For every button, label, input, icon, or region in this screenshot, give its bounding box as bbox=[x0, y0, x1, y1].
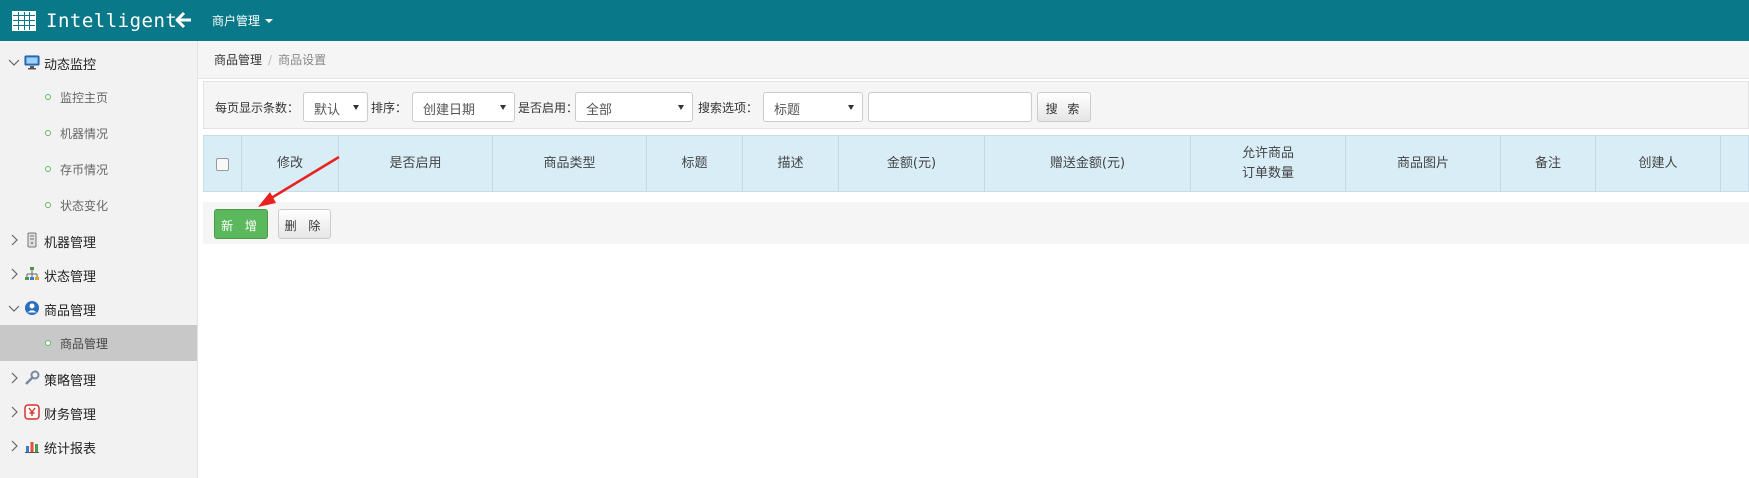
column-header-line: 订单数量 bbox=[1241, 166, 1294, 181]
bullet-icon bbox=[45, 340, 51, 346]
sidebar-group-label: 机器管理 bbox=[44, 236, 97, 251]
page-size-value: 默认 bbox=[314, 103, 341, 118]
brand[interactable]: Intelligent bbox=[12, 0, 177, 41]
caret-down-icon bbox=[265, 18, 274, 23]
search-option-select[interactable]: 标题 bbox=[763, 92, 863, 122]
sidebar-group-machines[interactable]: 机器管理 bbox=[0, 223, 197, 257]
search-option-value: 标题 bbox=[774, 103, 801, 118]
enabled-label: 是否启用： bbox=[518, 101, 579, 115]
sidebar-group-state[interactable]: 状态管理 bbox=[0, 257, 197, 291]
arrow-left-icon[interactable] bbox=[175, 10, 193, 30]
bar-chart-icon bbox=[25, 442, 39, 453]
column-header-title: 标题 bbox=[647, 136, 743, 192]
add-button[interactable]: 新 增 bbox=[214, 209, 268, 239]
action-bar: 新 增 删 除 bbox=[203, 202, 1749, 244]
merchant-menu-dropdown[interactable]: 商户管理 bbox=[212, 0, 274, 41]
grid-logo-icon bbox=[12, 10, 36, 31]
sidebar: 动态监控 监控主页 机器情况 存币情况 状态变化 机器管理 状态管理 商品管理 … bbox=[0, 41, 198, 478]
bullet-icon bbox=[45, 94, 51, 100]
sidebar-group-reports[interactable]: 统计报表 bbox=[0, 429, 197, 463]
column-header-amount: 金额(元) bbox=[839, 136, 985, 192]
chevron-right-icon bbox=[11, 268, 18, 280]
bullet-icon bbox=[45, 202, 51, 208]
sidebar-item-label: 商品管理 bbox=[60, 337, 109, 351]
sidebar-item-label: 状态变化 bbox=[60, 199, 109, 213]
sidebar-group-label: 商品管理 bbox=[44, 304, 97, 319]
sitemap-icon bbox=[25, 267, 39, 280]
sidebar-item-monitor-home[interactable]: 监控主页 bbox=[0, 79, 197, 115]
sidebar-group-strategy[interactable]: 策略管理 bbox=[0, 361, 197, 395]
merchant-menu-label: 商户管理 bbox=[212, 14, 261, 28]
delete-button[interactable]: 删 除 bbox=[278, 209, 331, 239]
bullet-icon bbox=[45, 130, 51, 136]
column-header-edit: 修改 bbox=[242, 136, 339, 192]
sidebar-item-label: 机器情况 bbox=[60, 127, 109, 141]
column-header-creator: 创建人 bbox=[1596, 136, 1721, 192]
column-header-line: 允许商品 bbox=[1241, 146, 1294, 161]
filter-bar: 每页显示条数： 默认 排序： 创建日期 是否启用： 全部 搜索选项： 标题 搜 … bbox=[203, 81, 1749, 129]
sidebar-group-label: 状态管理 bbox=[44, 270, 97, 285]
caret-down-icon bbox=[848, 105, 854, 110]
sidebar-item-state-change[interactable]: 状态变化 bbox=[0, 187, 197, 223]
chevron-right-icon bbox=[11, 234, 18, 246]
sidebar-group-label: 财务管理 bbox=[44, 408, 97, 423]
sidebar-item-label: 存币情况 bbox=[60, 163, 109, 177]
sidebar-group-label: 动态监控 bbox=[44, 58, 97, 73]
sidebar-group-products[interactable]: 商品管理 bbox=[0, 291, 197, 325]
select-all-cell bbox=[204, 136, 242, 192]
sort-value: 创建日期 bbox=[423, 103, 476, 118]
column-header-enabled: 是否启用 bbox=[339, 136, 493, 192]
wrench-icon bbox=[25, 370, 40, 385]
monitor-icon bbox=[24, 55, 40, 70]
sidebar-group-finance[interactable]: 财务管理 bbox=[0, 395, 197, 429]
sidebar-item-product-management[interactable]: 商品管理 bbox=[0, 325, 197, 361]
caret-down-icon bbox=[353, 105, 359, 110]
enabled-select[interactable]: 全部 bbox=[575, 92, 693, 122]
server-icon bbox=[27, 232, 37, 248]
breadcrumb-current: 商品设置 bbox=[278, 53, 327, 67]
caret-down-icon bbox=[678, 105, 684, 110]
top-navbar: Intelligent 商户管理 bbox=[0, 0, 1749, 41]
column-header-description: 描述 bbox=[743, 136, 839, 192]
column-header-order-quantity: 允许商品 订单数量 bbox=[1191, 136, 1346, 192]
enabled-value: 全部 bbox=[586, 103, 613, 118]
page-size-select[interactable]: 默认 bbox=[303, 92, 368, 122]
column-header-product-image: 商品图片 bbox=[1346, 136, 1501, 192]
column-header-bonus-amount: 赠送金额(元) bbox=[985, 136, 1191, 192]
sidebar-item-label: 监控主页 bbox=[60, 91, 109, 105]
column-header-product-type: 商品类型 bbox=[493, 136, 647, 192]
chevron-right-icon bbox=[11, 440, 18, 452]
breadcrumb-item[interactable]: 商品管理 bbox=[214, 51, 262, 68]
chevron-down-icon bbox=[8, 305, 20, 312]
search-option-label: 搜索选项： bbox=[698, 101, 759, 115]
user-circle-icon bbox=[25, 301, 39, 315]
chevron-down-icon bbox=[8, 59, 20, 66]
sort-label: 排序： bbox=[371, 101, 408, 115]
brand-name: Intelligent bbox=[46, 9, 178, 32]
sidebar-group-label: 策略管理 bbox=[44, 374, 97, 389]
chevron-right-icon bbox=[11, 406, 18, 418]
select-all-checkbox[interactable] bbox=[216, 157, 229, 171]
breadcrumb: 商品管理 / 商品设置 bbox=[198, 41, 1749, 79]
sidebar-item-machine-status[interactable]: 机器情况 bbox=[0, 115, 197, 151]
breadcrumb-separator: / bbox=[268, 52, 273, 67]
search-input[interactable] bbox=[868, 92, 1032, 122]
chevron-right-icon bbox=[11, 372, 18, 384]
sort-select[interactable]: 创建日期 bbox=[412, 92, 515, 122]
caret-down-icon bbox=[500, 105, 506, 110]
bullet-icon bbox=[45, 166, 51, 172]
search-button[interactable]: 搜 索 bbox=[1037, 92, 1091, 122]
sidebar-group-label: 统计报表 bbox=[44, 442, 97, 457]
table-header: 修改 是否启用 商品类型 标题 描述 金额(元) 赠送金额(元) 允许商品 订单… bbox=[203, 135, 1749, 192]
sidebar-item-coin-status[interactable]: 存币情况 bbox=[0, 151, 197, 187]
column-header-remarks: 备注 bbox=[1501, 136, 1596, 192]
yen-icon bbox=[24, 404, 40, 420]
page-size-label: 每页显示条数： bbox=[215, 101, 300, 115]
sidebar-group-monitoring[interactable]: 动态监控 bbox=[0, 45, 197, 79]
